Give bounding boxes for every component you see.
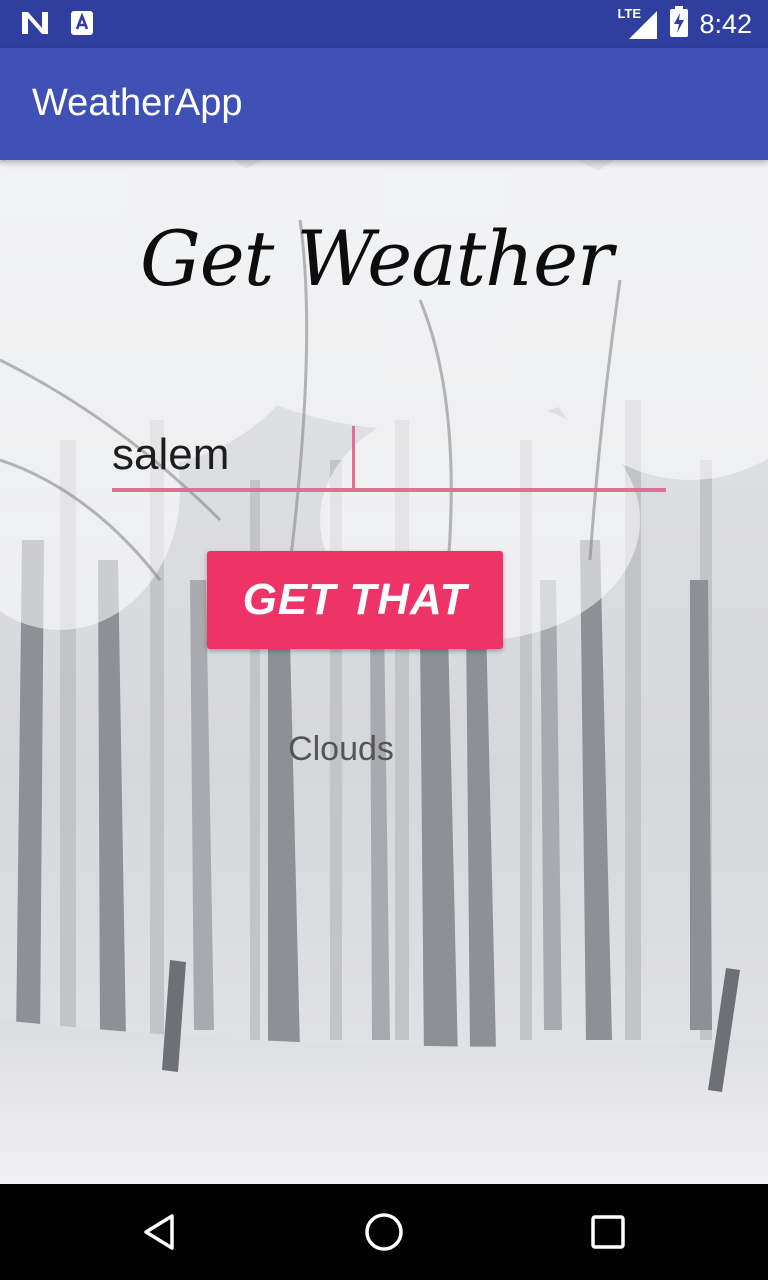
back-icon[interactable] (136, 1208, 184, 1256)
status-notifications (20, 10, 94, 41)
app-bar: WeatherApp (0, 48, 768, 160)
get-weather-button[interactable]: GET THAT (207, 551, 503, 649)
status-system: LTE 8:42 (617, 5, 752, 43)
navigation-bar (0, 1184, 768, 1280)
city-input[interactable] (112, 422, 666, 492)
battery-charging-icon (669, 5, 689, 43)
app-screen: LTE 8:42 WeatherApp Get Weather GET THAT… (0, 0, 768, 1280)
app-title: WeatherApp (32, 82, 243, 124)
city-input-container (112, 422, 666, 498)
status-bar: LTE 8:42 (0, 0, 768, 48)
recents-icon[interactable] (584, 1208, 632, 1256)
snowy-forest-background (0, 160, 768, 1184)
a-notification-icon (70, 10, 94, 41)
signal-icon: LTE (617, 6, 659, 41)
home-icon[interactable] (360, 1208, 408, 1256)
weather-result-text: Clouds (288, 730, 394, 768)
text-cursor (352, 426, 355, 488)
n-logo-icon (20, 10, 50, 41)
page-heading: Get Weather (140, 214, 613, 303)
status-clock: 8:42 (699, 8, 752, 39)
network-type-label: LTE (617, 6, 642, 21)
